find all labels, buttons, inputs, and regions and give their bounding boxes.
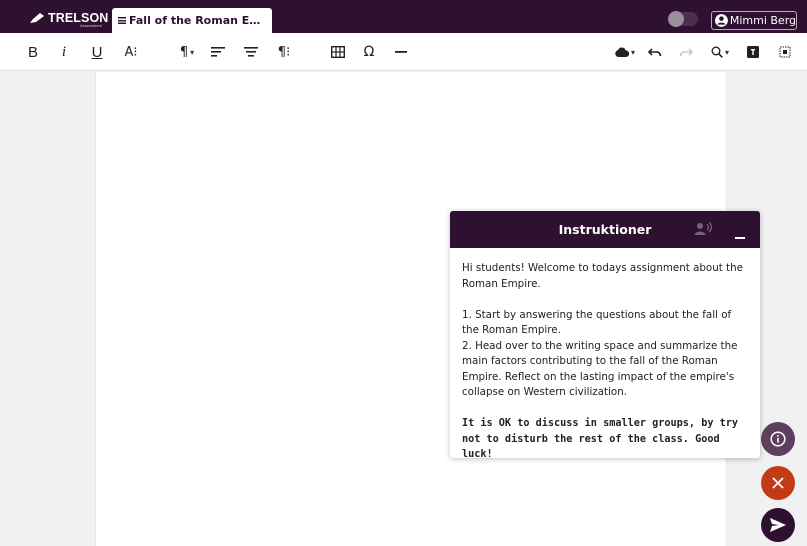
paragraph-label: ¶ [179, 44, 189, 60]
close-icon [772, 477, 784, 489]
toggle-knob [668, 11, 684, 27]
info-icon [770, 431, 786, 447]
align-icon [211, 47, 225, 57]
document-tab-title: Fall of the Roman E… [129, 14, 261, 27]
center-align-icon [244, 47, 258, 57]
text-box-icon [747, 46, 759, 58]
cloud-save-icon [615, 47, 629, 57]
instructions-step-1: 1. Start by answering the questions abou… [462, 308, 732, 337]
brand-subtitle: Assessment [80, 23, 102, 28]
bold-button[interactable]: B [24, 41, 42, 63]
underline-button[interactable]: U [88, 41, 106, 63]
instructions-body: Hi students! Welcome to todays assignmen… [450, 248, 760, 458]
user-name: Mimmi Berg [729, 14, 796, 27]
font-size-button[interactable]: A⁝ [120, 41, 142, 63]
user-icon [715, 14, 728, 27]
minimize-icon[interactable] [735, 225, 747, 239]
top-bar: TRELSON Assessment Fall of the Roman E… … [0, 0, 807, 33]
instructions-note: It is OK to discuss in smaller groups, b… [462, 418, 739, 458]
horizontal-rule-icon [395, 51, 407, 53]
instructions-step-2: 2. Head over to the writing space and su… [462, 339, 738, 399]
undo-button[interactable] [646, 41, 664, 63]
text-box-button[interactable] [745, 41, 761, 63]
paragraph-style-button[interactable]: ¶ [174, 41, 200, 63]
insert-table-button[interactable] [329, 41, 347, 63]
zoom-button[interactable] [706, 41, 734, 63]
zoom-icon [711, 46, 723, 58]
pen-logo-icon [30, 13, 44, 23]
info-button[interactable] [761, 422, 795, 456]
document-tab[interactable]: Fall of the Roman E… [112, 8, 272, 33]
align-button[interactable] [210, 41, 226, 63]
send-button[interactable] [761, 508, 795, 542]
instructions-title: Instruktioner [558, 222, 652, 237]
grid-icon [779, 46, 791, 58]
undo-icon [648, 48, 662, 57]
table-icon [331, 46, 345, 58]
grid-button[interactable] [777, 41, 793, 63]
instructions-panel: Instruktioner Hi students! Welcome to to… [450, 211, 760, 458]
app-logo: TRELSON Assessment [30, 8, 108, 28]
center-align-button[interactable] [243, 41, 259, 63]
mode-toggle[interactable] [668, 11, 698, 27]
formatting-marks-button[interactable]: ¶⁝ [273, 41, 295, 63]
special-characters-button[interactable]: Ω [361, 41, 377, 63]
cloud-save-button[interactable] [612, 41, 638, 63]
document-icon [118, 17, 126, 24]
redo-button[interactable] [677, 41, 695, 63]
instructions-header: Instruktioner [450, 211, 760, 248]
italic-button[interactable]: i [56, 41, 72, 63]
send-icon [770, 518, 786, 532]
redo-icon [679, 48, 693, 57]
horizontal-rule-button[interactable] [393, 41, 409, 63]
editor-toolbar: B i U A⁝ ¶ ¶⁝ Ω [0, 33, 807, 71]
user-button[interactable]: Mimmi Berg [711, 11, 797, 30]
instructions-intro: Hi students! Welcome to todays assignmen… [462, 262, 743, 290]
close-button[interactable] [761, 466, 795, 500]
speech-icon [694, 221, 712, 235]
text-to-speech-button[interactable] [694, 221, 712, 240]
